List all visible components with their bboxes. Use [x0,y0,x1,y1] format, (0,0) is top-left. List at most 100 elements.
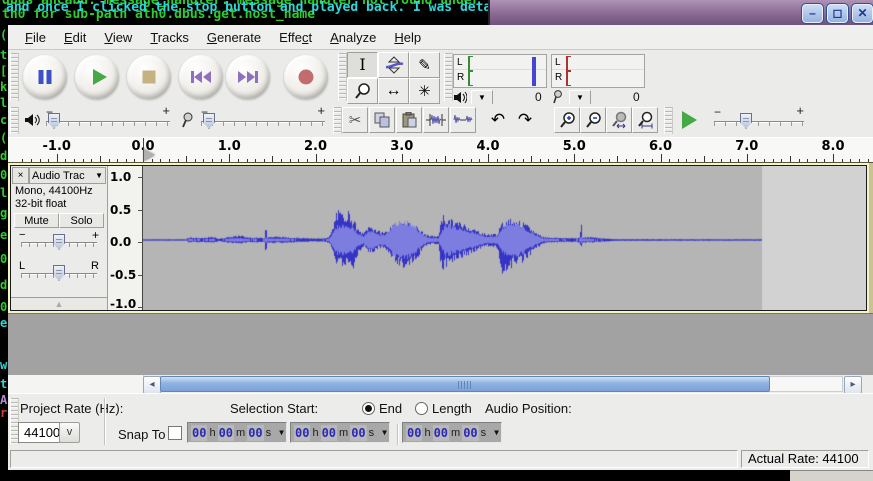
maximize-button[interactable]: ◻ [826,3,849,24]
recording-meter-dropdown[interactable]: ▼ [569,90,591,105]
scrollbar-thumb[interactable] [160,376,770,392]
silence-selection-button[interactable] [450,107,476,133]
hours-value[interactable]: 00 [294,425,310,441]
tracks-background[interactable] [8,313,873,376]
window-titlebar[interactable]: – ◻ ✕ [488,0,873,25]
ruler-tick [523,159,524,162]
project-rate-value[interactable]: 44100 [18,422,60,443]
toolbar-grip[interactable] [333,107,342,134]
toolbar-grip[interactable] [10,53,19,101]
fit-selection-button[interactable] [606,107,632,133]
menu-tracks[interactable]: Tracks [141,27,198,48]
play-cursor-marker[interactable] [144,149,155,161]
undo-button[interactable]: ↶ [485,107,511,133]
zoom-tool-button[interactable] [347,78,378,104]
waveform-display[interactable] [143,166,866,310]
menu-file[interactable]: File [16,27,55,48]
toolbar-grip[interactable] [338,53,347,101]
seconds-value[interactable]: 00 [350,425,366,441]
menu-help[interactable]: Help [385,27,430,48]
horizontal-scrollbar[interactable]: ◂ ▸ [8,375,873,393]
toolbar-grip[interactable] [444,53,453,101]
minimize-button[interactable]: – [801,3,824,24]
seconds-value[interactable]: 00 [462,425,478,441]
draw-tool-button[interactable]: ✎ [409,52,440,78]
track-menu-button[interactable]: Audio Trac ▼ [29,167,106,184]
skip-to-end-button[interactable] [226,55,270,99]
multi-tool-button[interactable]: ✳ [409,78,440,104]
solo-button[interactable]: Solo [59,213,104,228]
zoom-in-button[interactable] [554,107,580,133]
zoom-out-button[interactable] [580,107,606,133]
play-speed-slider[interactable]: − + [714,108,804,132]
track-close-button[interactable]: × [12,167,29,184]
slider-thumb[interactable] [48,113,60,129]
length-radio[interactable] [415,402,428,415]
slider-thumb[interactable] [53,265,65,281]
hours-value[interactable]: 00 [406,425,422,441]
track-collapse-button[interactable]: ▲ [11,297,107,310]
menu-view[interactable]: View [95,27,141,48]
pause-button[interactable] [23,55,67,99]
scroll-left-button[interactable]: ◂ [143,376,161,394]
snap-to-checkbox[interactable] [168,426,182,440]
gain-slider[interactable]: − + [19,230,99,252]
seconds-unit: s [481,427,487,439]
close-button[interactable]: ✕ [851,3,873,24]
toolbar-grip[interactable] [664,107,673,134]
paste-button[interactable] [396,107,422,133]
fit-project-button[interactable] [632,107,658,133]
menu-generate[interactable]: Generate [198,27,270,48]
slider-thumb[interactable] [203,113,215,129]
envelope-tool-button[interactable] [378,52,409,78]
selection-tool-button[interactable]: I [347,52,378,78]
ruler-tick [307,159,308,162]
playback-meter-dropdown[interactable]: ▼ [471,90,493,105]
chevron-down-icon[interactable]: ▼ [382,428,387,437]
menu-analyze[interactable]: Analyze [321,27,385,48]
vertical-ruler[interactable]: 1.00.50.0-0.5-1.0 [108,166,143,310]
slider-thumb[interactable] [740,113,752,129]
length-radio-label: Length [432,401,472,416]
scroll-right-button[interactable]: ▸ [844,376,862,394]
chevron-down-icon[interactable]: ▼ [279,428,284,437]
menu-effect[interactable]: Effect [270,27,321,48]
play-button[interactable] [75,55,119,99]
audio-position-field[interactable]: 00h 00m 00s ▼ [402,422,502,443]
timeline-ruler[interactable]: -1.00.01.02.03.04.05.06.07.08.0 [8,137,873,163]
redo-button[interactable]: ↷ [512,107,538,133]
cut-button[interactable]: ✂ [342,107,368,133]
ruler-tick [212,159,213,162]
hours-value[interactable]: 00 [191,425,207,441]
pan-slider[interactable]: L R [19,261,99,283]
stop-button[interactable] [127,55,171,99]
toolbar-grip[interactable] [10,107,19,134]
output-volume-slider[interactable]: − + [46,108,170,132]
copy-button[interactable] [369,107,395,133]
fit-project-icon [636,111,654,129]
record-button[interactable] [284,55,328,99]
selection-end-field[interactable]: 00h 00m 00s ▼ [290,422,390,443]
menu-edit[interactable]: Edit [55,27,95,48]
input-volume-slider[interactable]: − + [201,108,325,132]
vruler-label: -0.5 [110,268,136,282]
mute-button[interactable]: Mute [14,213,59,228]
minutes-value[interactable]: 00 [321,425,337,441]
project-rate-dropdown[interactable]: v [59,422,80,443]
chevron-down-icon[interactable]: ▼ [494,428,499,437]
trim-outside-selection-button[interactable] [423,107,449,133]
play-at-speed-button[interactable] [674,106,704,134]
playback-meter[interactable]: L R [453,54,547,88]
minutes-value[interactable]: 00 [218,425,234,441]
recording-meter[interactable]: L R [551,54,645,88]
ruler-tick [247,159,248,162]
zoom-out-icon [584,111,602,129]
end-radio[interactable] [362,402,375,415]
time-shift-tool-button[interactable]: ↔ [378,78,409,104]
slider-thumb[interactable] [53,234,65,250]
ruler-tick [566,159,567,162]
seconds-value[interactable]: 00 [247,425,263,441]
selection-start-field[interactable]: 00h 00m 00s ▼ [187,422,287,443]
skip-to-start-button[interactable] [179,55,223,99]
minutes-value[interactable]: 00 [433,425,449,441]
